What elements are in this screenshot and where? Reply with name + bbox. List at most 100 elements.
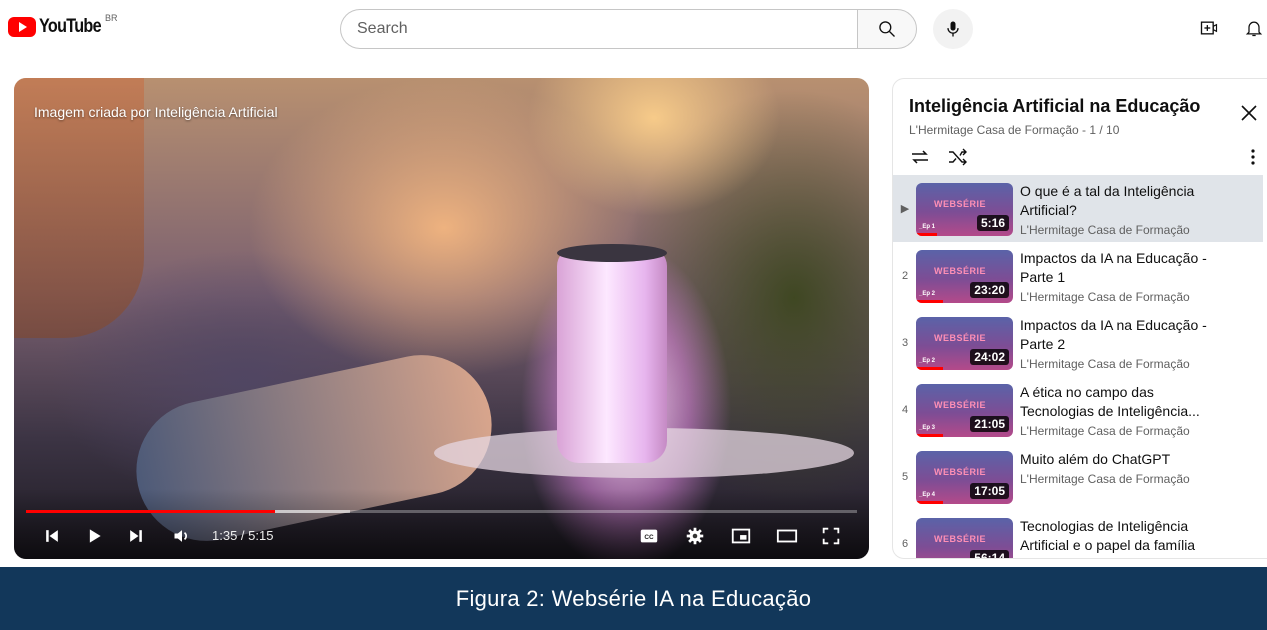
theater-mode-button[interactable] <box>773 524 801 548</box>
video-thumbnail[interactable]: WEBSÉRIE_Ep 556:14 <box>916 518 1013 558</box>
thumbnail-episode: _Ep 3 <box>919 425 936 431</box>
playlist-item[interactable]: 3 WEBSÉRIE _Ep 2 24:02 Impactos da IA na Edu… <box>893 309 1263 376</box>
miniplayer-icon <box>731 528 751 544</box>
video-frame-smart-speaker <box>557 248 667 463</box>
theater-mode-icon <box>776 529 798 543</box>
thumbnail-brand: WEBSÉRIE <box>934 400 987 410</box>
playlist-more-button[interactable] <box>1243 145 1263 169</box>
video-thumbnail[interactable]: WEBSÉRIE _Ep 4 17:05 <box>916 451 1013 504</box>
closed-captions-icon: CC <box>640 529 658 543</box>
playlist-item-index: 3 <box>901 336 909 349</box>
skip-next-icon <box>130 530 142 542</box>
volume-button[interactable] <box>168 524 196 548</box>
create-button[interactable] <box>1195 14 1223 42</box>
playlist-item-index: 4 <box>901 403 909 416</box>
playlist-item-title[interactable]: Tecnologias de Inteligência Artificial e… <box>1020 517 1220 555</box>
more-vert-icon <box>1251 149 1255 165</box>
video-duration: 21:05 <box>970 416 1009 432</box>
notifications-button[interactable] <box>1240 14 1267 42</box>
thumbnail-brand: WEBSÉRIE <box>934 534 987 544</box>
youtube-logo[interactable]: YouTube BR <box>8 13 118 38</box>
thumbnail-brand: WEBSÉRIE <box>934 467 987 477</box>
playlist-item-channel: L'Hermitage Casa de Formação <box>1020 290 1190 304</box>
country-code: BR <box>105 13 118 23</box>
top-bar: YouTube BR <box>0 0 1267 56</box>
watched-bar <box>916 501 944 504</box>
watched-bar <box>916 367 944 370</box>
next-button[interactable] <box>122 524 150 548</box>
video-thumbnail[interactable]: WEBSÉRIE _Ep 2 24:02 <box>916 317 1013 370</box>
video-overlay-text: Imagem criada por Inteligência Artificia… <box>34 104 278 120</box>
playlist-items: ▶ WEBSÉRIE _Ep 1 5:16 O que é a tal da Intel… <box>893 175 1267 558</box>
playlist-item[interactable]: 6 WEBSÉRIE_Ep 556:14Tecnologias de Inteli… <box>893 510 1263 558</box>
playlist-item-title[interactable]: Impactos da IA na Educação - Parte 2 <box>1020 316 1220 354</box>
playlist-item-title[interactable]: Impactos da IA na Educação - Parte 1 <box>1020 249 1220 287</box>
playlist-item[interactable]: 5 WEBSÉRIE _Ep 4 17:05 Muito além do ChatGPT… <box>893 443 1263 510</box>
progress-bar[interactable] <box>26 510 857 513</box>
fullscreen-button[interactable] <box>817 524 845 548</box>
microphone-icon <box>947 21 959 37</box>
bell-icon <box>1245 21 1263 37</box>
playlist-panel: Inteligência Artificial na Educação L'He… <box>892 78 1267 559</box>
thumbnail-brand: WEBSÉRIE <box>934 333 987 343</box>
skip-previous-icon <box>46 530 58 542</box>
time-display: 1:35 / 5:15 <box>212 528 274 543</box>
video-duration: 23:20 <box>970 282 1009 298</box>
gear-icon <box>686 527 704 545</box>
playlist-item-title[interactable]: A ética no campo das Tecnologias de Inte… <box>1020 383 1220 421</box>
playlist-title[interactable]: Inteligência Artificial na Educação <box>909 96 1200 117</box>
previous-button[interactable] <box>38 524 66 548</box>
close-icon <box>1241 105 1257 121</box>
thumbnail-episode: _Ep 1 <box>919 224 936 230</box>
playlist-item[interactable]: 2 WEBSÉRIE _Ep 2 23:20 Impactos da IA na Edu… <box>893 242 1263 309</box>
search-button[interactable] <box>857 9 917 49</box>
playlist-item-title[interactable]: O que é a tal da Inteligência Artificial… <box>1020 182 1220 220</box>
loop-icon <box>912 150 928 164</box>
playlist-item-channel: L'Hermitage Casa de Formação <box>1020 357 1190 371</box>
playlist-item-channel: L'Hermitage Casa de Formação <box>1020 472 1190 486</box>
settings-button[interactable] <box>681 524 709 548</box>
playlist-item[interactable]: ▶ WEBSÉRIE _Ep 1 5:16 O que é a tal da Intel… <box>893 175 1263 242</box>
shuffle-icon <box>949 148 967 166</box>
progress-played <box>26 510 276 513</box>
figure-caption: Figura 2: Websérie IA na Educação <box>0 567 1267 630</box>
fullscreen-icon <box>822 527 840 545</box>
subtitles-button[interactable]: CC <box>635 524 663 548</box>
watched-bar <box>916 434 944 437</box>
video-frame-speaker-top <box>557 244 667 262</box>
playlist-item-channel: L'Hermitage Casa de Formação <box>1020 223 1190 237</box>
video-duration: 56:14 <box>970 550 1009 558</box>
thumbnail-episode: _Ep 2 <box>919 291 936 297</box>
thumbnail-episode: _Ep 2 <box>919 358 936 364</box>
miniplayer-button[interactable] <box>727 524 755 548</box>
watched-bar <box>916 233 938 236</box>
svg-text:CC: CC <box>644 534 654 541</box>
video-duration: 5:16 <box>976 215 1009 231</box>
video-thumbnail[interactable]: WEBSÉRIE _Ep 2 23:20 <box>916 250 1013 303</box>
playlist-item-index: 6 <box>901 537 909 550</box>
playlist-item-index: 5 <box>901 470 909 483</box>
playlist-item-title[interactable]: Muito além do ChatGPT <box>1020 450 1220 469</box>
playlist-item[interactable]: 4 WEBSÉRIE _Ep 3 21:05 A ética no campo das … <box>893 376 1263 443</box>
loop-playlist-button[interactable] <box>908 145 932 169</box>
play-icon <box>89 529 101 543</box>
logo-text: YouTube <box>39 16 102 37</box>
playlist-item-index: 2 <box>901 269 909 282</box>
youtube-play-icon <box>8 17 36 37</box>
playlist-subtitle: L'Hermitage Casa de Formação - 1 / 10 <box>909 123 1120 137</box>
video-duration: 24:02 <box>970 349 1009 365</box>
video-player[interactable]: Imagem criada por Inteligência Artificia… <box>14 78 869 559</box>
close-playlist-button[interactable] <box>1237 101 1261 125</box>
play-button[interactable] <box>80 524 108 548</box>
watched-bar <box>916 300 944 303</box>
voice-search-button[interactable] <box>933 9 973 49</box>
shuffle-button[interactable] <box>946 145 970 169</box>
video-thumbnail[interactable]: WEBSÉRIE _Ep 3 21:05 <box>916 384 1013 437</box>
thumbnail-brand: WEBSÉRIE <box>934 266 987 276</box>
thumbnail-brand: WEBSÉRIE <box>934 199 987 209</box>
search-icon <box>879 21 895 37</box>
search-input[interactable] <box>340 9 857 49</box>
video-thumbnail[interactable]: WEBSÉRIE _Ep 1 5:16 <box>916 183 1013 236</box>
volume-icon <box>174 530 187 542</box>
thumbnail-episode: _Ep 4 <box>919 492 936 498</box>
